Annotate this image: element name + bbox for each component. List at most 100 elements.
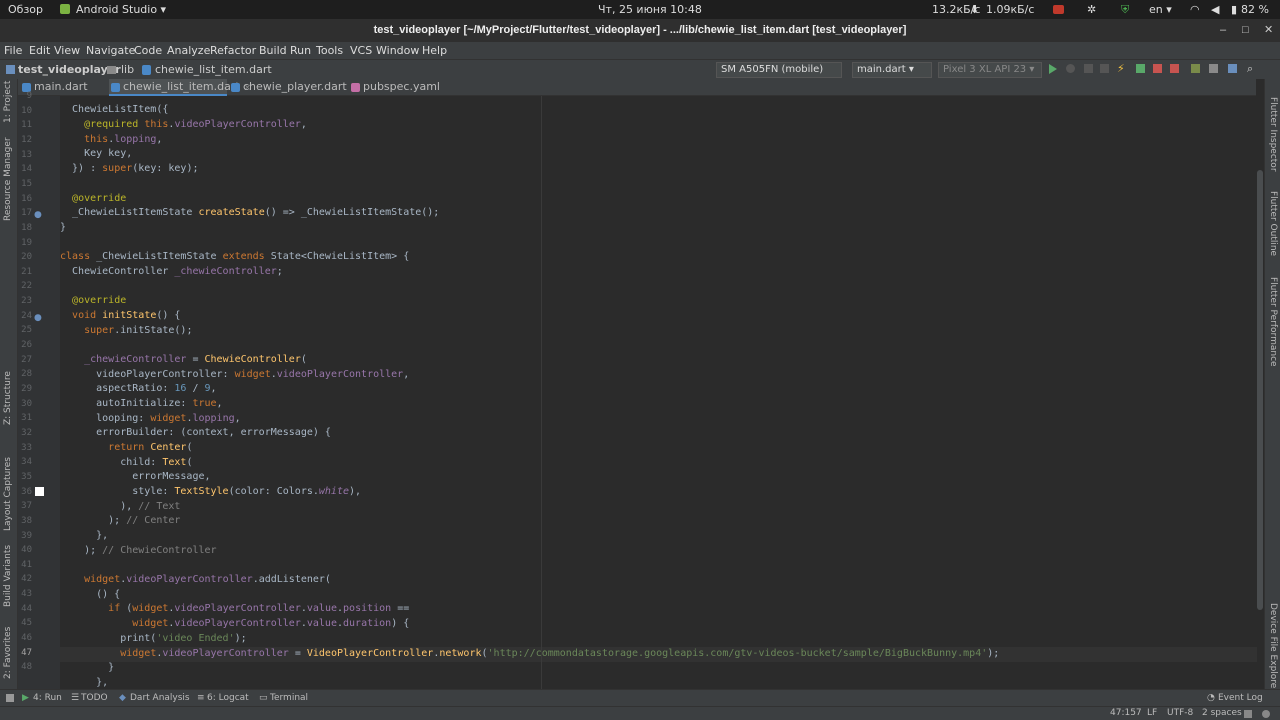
debug-icon[interactable] [1066, 64, 1075, 73]
code-line[interactable]: ); // Center [60, 514, 180, 529]
hot-reload-icon[interactable]: ⚡ [1117, 62, 1125, 75]
file-encoding[interactable]: UTF-8 [1167, 708, 1193, 718]
search-icon[interactable]: ⌕ [1247, 62, 1253, 76]
menu-window[interactable]: Window [376, 44, 419, 57]
menu-file[interactable]: File [4, 44, 22, 57]
layout-captures-tool-button[interactable]: Layout Captures [3, 457, 13, 531]
menu-vcs[interactable]: VCS [350, 44, 372, 57]
menu-refactor[interactable]: Refactor [210, 44, 256, 57]
code-line[interactable]: Key key, [60, 147, 132, 162]
hot-restart-icon[interactable] [1136, 64, 1145, 73]
tab-chewie-player[interactable]: chewie_player.dart× [229, 79, 358, 96]
menu-edit[interactable]: Edit [29, 44, 50, 57]
code-line[interactable]: }) : super(key: key); [60, 162, 198, 177]
code-line[interactable]: if (widget.videoPlayerController.value.p… [60, 602, 409, 617]
breadcrumb-project[interactable]: test_videoplayer [18, 63, 121, 76]
settings-tray-icon[interactable]: ✲ [1087, 3, 1096, 16]
code-line[interactable]: () { [60, 588, 120, 603]
logcat-tool-button[interactable]: 6: Logcat [207, 693, 249, 703]
code-line[interactable]: } [60, 221, 66, 236]
code-line[interactable]: return Center( [60, 441, 192, 456]
code-line[interactable]: }, [60, 676, 108, 689]
attach-icon[interactable] [1100, 64, 1109, 73]
code-line[interactable]: ), // Text [60, 500, 180, 515]
clock[interactable]: Чт, 25 июня 10:48 [598, 3, 702, 16]
structure-tool-button[interactable]: Z: Structure [3, 371, 13, 425]
code-line[interactable]: } [60, 661, 114, 676]
menu-help[interactable]: Help [422, 44, 447, 57]
avd-manager-icon[interactable] [1191, 64, 1200, 73]
code-editor[interactable]: ChewieListItem({ @required this.videoPla… [60, 96, 1257, 689]
menu-run[interactable]: Run [290, 44, 311, 57]
code-line[interactable]: autoInitialize: true, [60, 397, 222, 412]
code-line[interactable]: _ChewieListItemState createState() => _C… [60, 206, 439, 221]
code-line[interactable]: widget.videoPlayerController.addListener… [60, 573, 331, 588]
terminal-tool-button[interactable]: Terminal [270, 693, 308, 703]
battery-icon[interactable]: ▮ [1231, 3, 1237, 16]
code-line[interactable]: this.lopping, [60, 133, 162, 148]
emulator-selector[interactable]: Pixel 3 XL API 23 ▾ [938, 62, 1042, 78]
indent-setting[interactable]: 2 spaces [1202, 708, 1242, 718]
menu-navigate[interactable]: Navigate [86, 44, 135, 57]
code-line[interactable]: ); // ChewieController [60, 544, 216, 559]
profile-icon[interactable] [1084, 64, 1093, 73]
run-config-selector[interactable]: main.dart ▾ [852, 62, 932, 78]
vertical-scrollbar[interactable] [1257, 170, 1263, 610]
device-file-explorer-tool-button[interactable]: Device File Explorer [1268, 603, 1278, 692]
code-line[interactable]: class _ChewieListItemState extends State… [60, 250, 409, 265]
language-switcher[interactable]: en ▾ [1149, 3, 1172, 16]
resource-manager-tool-button[interactable]: Resource Manager [3, 137, 13, 221]
shield-icon[interactable]: ⛨ [1121, 3, 1129, 17]
inspector-icon[interactable] [1262, 710, 1270, 718]
code-line[interactable]: child: Text( [60, 456, 192, 471]
build-variants-tool-button[interactable]: Build Variants [3, 545, 13, 607]
device-selector[interactable]: SM A505FN (mobile) [716, 62, 842, 78]
color-swatch-icon[interactable] [35, 487, 44, 496]
code-line[interactable]: @override [60, 294, 126, 309]
wifi-icon[interactable]: ◠ [1190, 3, 1200, 16]
app-menu-button[interactable]: Android Studio ▾ [76, 3, 166, 16]
code-line[interactable]: @required this.videoPlayerController, [60, 118, 307, 133]
code-line[interactable]: super.initState(); [60, 324, 192, 339]
stop-icon[interactable] [1170, 64, 1179, 73]
event-log-tool-button[interactable]: Event Log [1218, 693, 1263, 703]
flutter-inspector-tool-button[interactable]: Flutter Inspector [1268, 97, 1278, 172]
code-line[interactable]: widget.videoPlayerController.value.durat… [60, 617, 409, 632]
sync-icon[interactable] [1209, 64, 1218, 73]
caret-position[interactable]: 47:157 [1110, 708, 1142, 718]
stop-app-icon[interactable] [1153, 64, 1162, 73]
sdk-manager-icon[interactable] [1228, 64, 1237, 73]
code-line[interactable]: ChewieController _chewieController; [60, 265, 283, 280]
minimize-button[interactable]: – [1220, 19, 1226, 42]
breadcrumb-folder[interactable]: lib [121, 63, 134, 76]
code-line[interactable]: aspectRatio: 16 / 9, [60, 382, 216, 397]
tab-main-dart[interactable]: main.dart [20, 79, 108, 96]
overview-button[interactable]: Обзор [8, 3, 43, 16]
menu-code[interactable]: Code [134, 44, 162, 57]
favorites-tool-button[interactable]: 2: Favorites [3, 627, 13, 679]
project-tool-button[interactable]: 1: Project [3, 81, 13, 123]
code-line[interactable]: print('video Ended'); [60, 632, 246, 647]
code-line-current[interactable]: widget.videoPlayerController = VideoPlay… [60, 647, 999, 662]
code-line[interactable]: videoPlayerController: widget.videoPlaye… [60, 368, 409, 383]
override-marker-icon[interactable]: ● [34, 210, 42, 220]
breadcrumb-file[interactable]: chewie_list_item.dart [155, 63, 272, 76]
menu-view[interactable]: View [54, 44, 80, 57]
flutter-outline-tool-button[interactable]: Flutter Outline [1268, 191, 1278, 256]
code-line[interactable]: style: TextStyle(color: Colors.white), [60, 485, 361, 500]
line-gutter[interactable]: 9 10 11 12 13 14 15 16 17 18 19 20 21 22 23 24 25 26 27 28 2… [18, 91, 60, 689]
dart-analysis-tool-button[interactable]: Dart Analysis [130, 693, 190, 703]
todo-tool-button[interactable]: TODO [81, 693, 108, 703]
run-icon[interactable] [1049, 64, 1057, 74]
close-button[interactable]: ✕ [1264, 19, 1273, 42]
override-marker-icon[interactable]: ● [34, 313, 42, 323]
run-tool-button[interactable]: 4: Run [33, 693, 62, 703]
volume-icon[interactable]: ◀ [1211, 3, 1219, 16]
tab-pubspec[interactable]: pubspec.yaml [349, 79, 449, 96]
code-line[interactable]: void initState() { [60, 309, 180, 324]
code-line[interactable]: ChewieListItem({ [60, 103, 168, 118]
code-line[interactable]: @override [60, 192, 126, 207]
code-line[interactable]: looping: widget.lopping, [60, 412, 241, 427]
record-indicator-icon[interactable] [1053, 5, 1064, 14]
toggle-panels-icon[interactable] [6, 694, 14, 702]
